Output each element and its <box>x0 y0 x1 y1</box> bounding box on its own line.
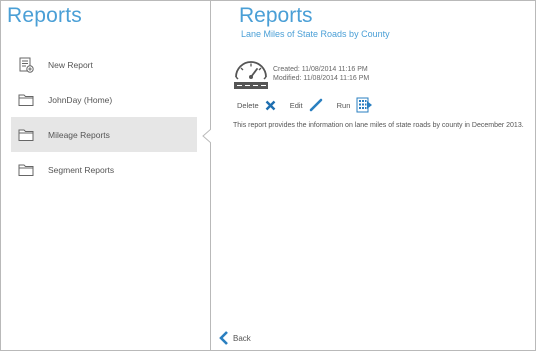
sidebar-item-segment-reports[interactable]: Segment Reports <box>11 152 197 187</box>
report-metadata: Created: 11/08/2014 11:16 PM Modified: 1… <box>273 65 369 83</box>
edit-button[interactable]: Edit <box>290 98 323 112</box>
selection-pointer-icon <box>202 129 211 143</box>
folder-icon <box>18 127 34 143</box>
run-label: Run <box>336 100 351 110</box>
edit-label: Edit <box>289 100 303 110</box>
sidebar-item-mileage-reports[interactable]: Mileage Reports <box>11 117 197 152</box>
modified-timestamp: Modified: 11/08/2014 11:16 PM <box>273 75 370 82</box>
report-actions: Delete Edit Run <box>237 97 386 113</box>
sidebar-nav: New Report JohnDay (Home) Mileage Report… <box>11 47 197 187</box>
gauge-icon <box>234 61 268 89</box>
folder-icon <box>18 92 34 108</box>
sidebar: Reports New Report JohnDay (Home) Mileag… <box>1 1 211 350</box>
back-label: Back <box>233 333 251 343</box>
sidebar-item-label: New Report <box>48 59 93 70</box>
sidebar-item-label: JohnDay (Home) <box>48 94 113 105</box>
sidebar-item-label: Segment Reports <box>48 164 115 175</box>
sidebar-item-label: Mileage Reports <box>48 129 110 140</box>
sidebar-title: Reports <box>7 4 82 27</box>
folder-icon <box>18 162 34 178</box>
new-report-icon <box>18 57 34 73</box>
back-arrow-icon <box>219 331 228 345</box>
run-button[interactable]: Run <box>337 97 373 113</box>
page-title: Reports <box>239 4 313 27</box>
delete-button[interactable]: Delete <box>237 100 276 111</box>
report-name: Lane Miles of State Roads by County <box>241 29 390 39</box>
report-detail-pane: Reports Lane Miles of State Roads by Cou… <box>211 1 535 350</box>
created-timestamp: Created: 11/08/2014 11:16 PM <box>273 66 368 73</box>
back-button[interactable]: Back <box>219 331 251 345</box>
run-report-icon <box>356 97 373 113</box>
delete-label: Delete <box>237 100 259 110</box>
pencil-icon <box>309 98 322 112</box>
sidebar-item-new-report[interactable]: New Report <box>11 47 197 82</box>
report-description: This report provides the information on … <box>233 122 524 129</box>
sidebar-item-johnday-home[interactable]: JohnDay (Home) <box>11 82 197 117</box>
close-icon <box>265 100 276 110</box>
app-window: Reports New Report JohnDay (Home) Mileag… <box>0 0 536 351</box>
